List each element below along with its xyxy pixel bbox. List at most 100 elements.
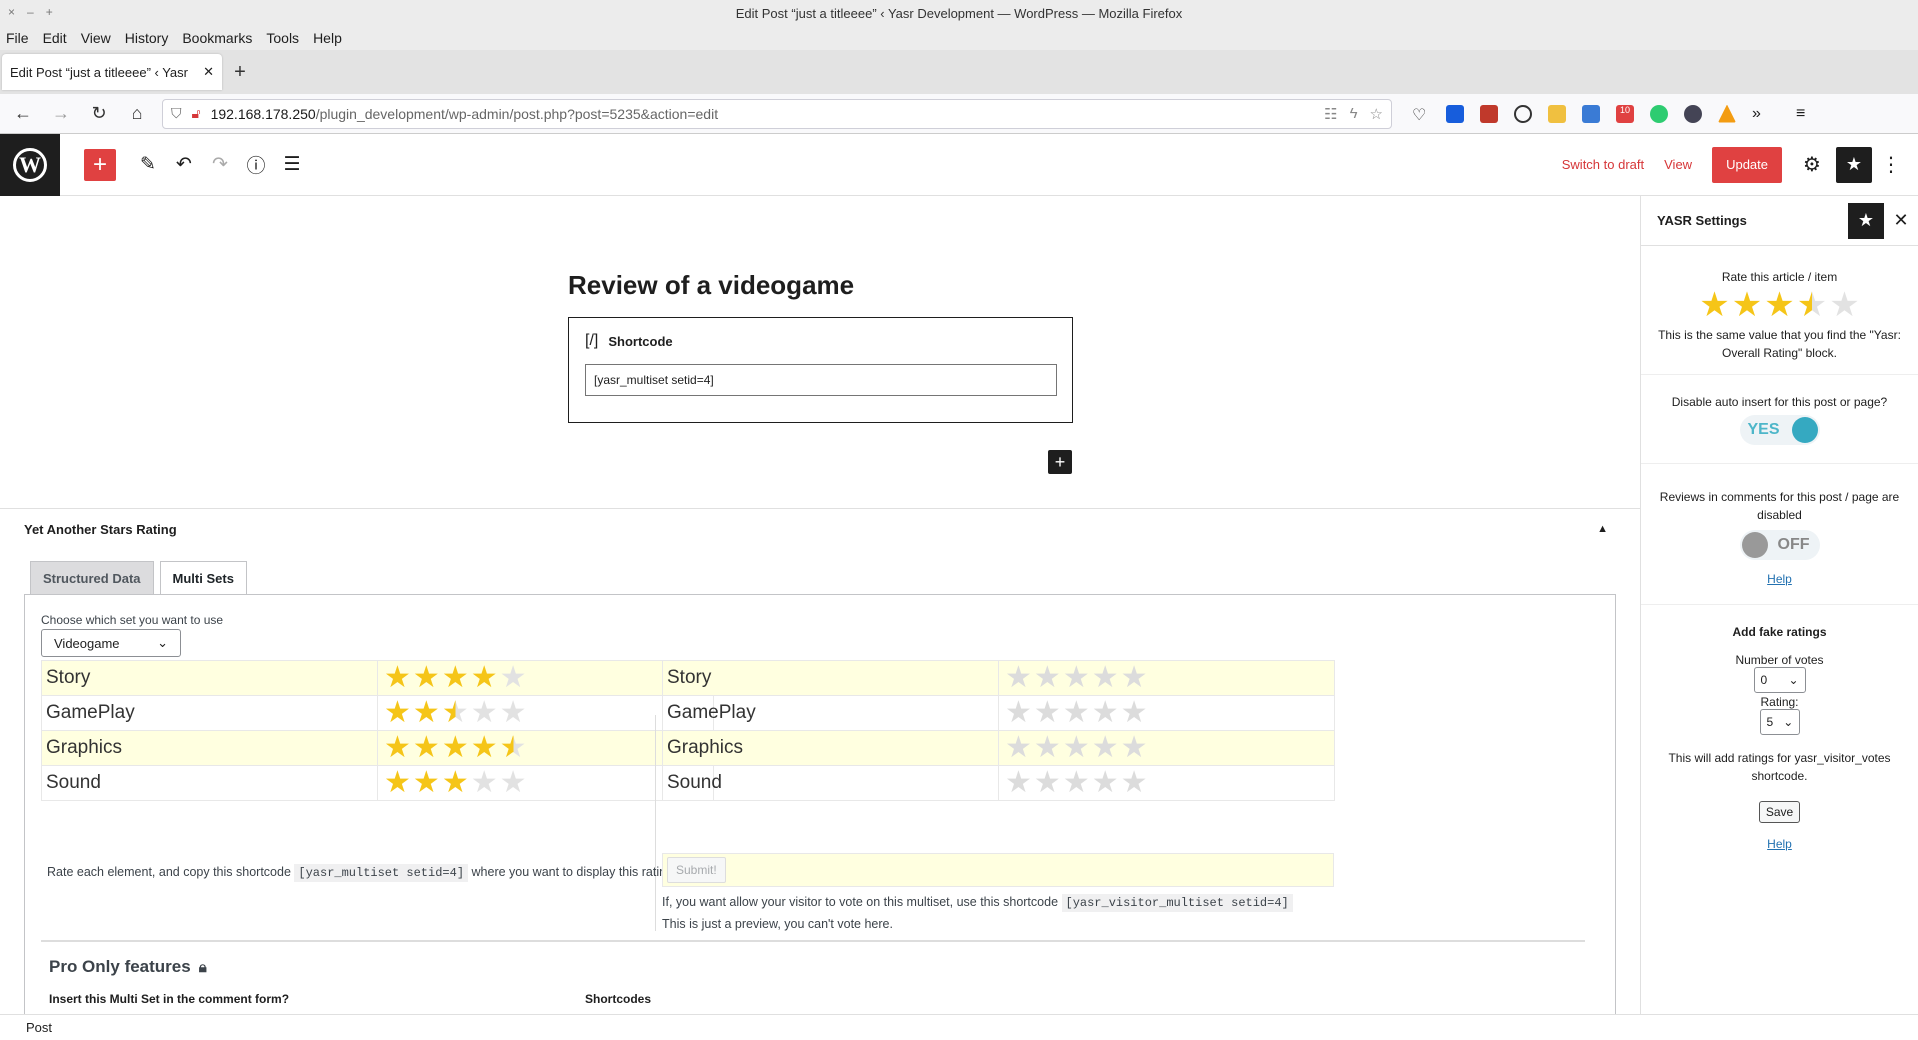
details-info-icon[interactable]: ⓘ xyxy=(238,151,274,178)
switch-to-draft-button[interactable]: Switch to draft xyxy=(1562,157,1644,172)
shortcode-input[interactable]: [yasr_multiset setid=4] xyxy=(585,364,1057,396)
star-icon[interactable]: ★ xyxy=(471,663,498,693)
breadcrumb[interactable]: Post xyxy=(26,1020,52,1035)
star-icon[interactable]: ★ xyxy=(413,768,440,798)
post-title[interactable]: Review of a videogame xyxy=(568,270,854,301)
star-icon[interactable]: ★ xyxy=(1005,663,1032,693)
star-icon[interactable]: ★ xyxy=(1797,288,1827,322)
star-icon[interactable]: ★ xyxy=(471,733,498,763)
reload-icon[interactable]: ↻ xyxy=(86,103,112,124)
menu-view[interactable]: View xyxy=(81,30,111,46)
star-icon[interactable]: ★ xyxy=(1034,733,1061,763)
star-icon[interactable]: ★ xyxy=(1764,288,1794,322)
star-icon[interactable]: ★ xyxy=(1063,698,1090,728)
save-button[interactable]: Save xyxy=(1758,801,1801,823)
star-icon[interactable]: ★ xyxy=(1732,288,1762,322)
star-icon[interactable]: ★ xyxy=(442,698,469,728)
pocket-icon[interactable]: ♡ xyxy=(1412,105,1430,124)
undo-icon[interactable]: ↶ xyxy=(166,153,202,176)
star-icon[interactable]: ★ xyxy=(1005,733,1032,763)
edit-pencil-icon[interactable]: ✎ xyxy=(130,153,166,176)
tab-multi-sets[interactable]: Multi Sets xyxy=(159,561,247,595)
star-icon[interactable]: ★ xyxy=(1034,698,1061,728)
auto-insert-toggle[interactable]: YES xyxy=(1739,415,1820,445)
browser-tab[interactable]: Edit Post “just a titleeee” ‹ Yasr ✕ xyxy=(2,54,222,90)
star-icon[interactable]: ★ xyxy=(1121,663,1148,693)
new-tab-icon[interactable]: + xyxy=(222,61,258,84)
forward-icon[interactable]: → xyxy=(48,103,74,124)
star-rating[interactable]: ★ ★ ★ ★ ★ xyxy=(1005,768,1334,798)
star-icon[interactable]: ★ xyxy=(1092,768,1119,798)
add-block-button[interactable]: + xyxy=(84,148,116,181)
extension-camera-icon[interactable] xyxy=(1582,104,1600,123)
window-controls[interactable]: × – + xyxy=(8,5,53,19)
rating-select[interactable]: 5 ⌄ xyxy=(1759,709,1800,735)
star-icon[interactable]: ★ xyxy=(413,663,440,693)
star-icon[interactable]: ★ xyxy=(1063,733,1090,763)
star-rating[interactable]: ★ ★ ★ ★ ★ xyxy=(1005,733,1334,763)
star-icon[interactable]: ★ xyxy=(1829,288,1859,322)
extension-red-icon[interactable] xyxy=(1480,104,1498,123)
star-icon[interactable]: ★ xyxy=(1092,698,1119,728)
criterion-stars[interactable]: ★ ★ ★ ★ ★ xyxy=(998,695,1335,731)
menu-history[interactable]: History xyxy=(125,30,169,46)
yasr-star-icon[interactable]: ★ xyxy=(1848,202,1884,239)
votes-select[interactable]: 0 ⌄ xyxy=(1753,667,1806,693)
star-icon[interactable]: ★ xyxy=(384,768,411,798)
help-link[interactable]: Help xyxy=(1767,572,1792,586)
submit-button[interactable]: Submit! xyxy=(667,857,726,883)
redo-icon[interactable]: ↷ xyxy=(202,153,238,176)
star-icon[interactable]: ★ xyxy=(413,733,440,763)
back-icon[interactable]: ← xyxy=(10,103,36,124)
star-icon[interactable]: ★ xyxy=(1121,698,1148,728)
star-icon[interactable]: ★ xyxy=(1063,768,1090,798)
wordpress-ext-icon[interactable] xyxy=(1514,104,1532,123)
metabox-header[interactable]: Yet Another Stars Rating ▲ xyxy=(0,509,1640,549)
shortcode-block[interactable]: [/] Shortcode [yasr_multiset setid=4] xyxy=(568,317,1073,423)
star-icon[interactable]: ★ xyxy=(384,663,411,693)
minimize-window-icon[interactable]: – xyxy=(27,5,34,19)
star-icon[interactable]: ★ xyxy=(500,733,527,763)
maximize-window-icon[interactable]: + xyxy=(46,5,53,19)
criterion-stars[interactable]: ★ ★ ★ ★ ★ xyxy=(998,730,1335,766)
star-icon[interactable]: ★ xyxy=(1092,663,1119,693)
vlc-icon[interactable] xyxy=(1718,104,1736,123)
close-sidebar-icon[interactable]: ✕ xyxy=(1884,210,1918,231)
help-link[interactable]: Help xyxy=(1767,837,1792,851)
star-icon[interactable]: ★ xyxy=(442,768,469,798)
star-icon[interactable]: ★ xyxy=(471,768,498,798)
author-shortcode-code[interactable]: [yasr_multiset setid=4] xyxy=(294,864,469,882)
star-icon[interactable]: ★ xyxy=(442,733,469,763)
lightning-icon[interactable]: ϟ xyxy=(1350,105,1358,123)
star-rating[interactable]: ★ ★ ★ ★ ★ xyxy=(1005,698,1334,728)
bookmark-star-icon[interactable]: ☆ xyxy=(1370,105,1383,123)
star-icon[interactable]: ★ xyxy=(413,698,440,728)
criterion-stars[interactable]: ★ ★ ★ ★ ★ xyxy=(998,765,1335,801)
star-icon[interactable]: ★ xyxy=(1034,768,1061,798)
star-icon[interactable]: ★ xyxy=(1121,733,1148,763)
menu-edit[interactable]: Edit xyxy=(43,30,67,46)
settings-gear-icon[interactable]: ⚙ xyxy=(1794,152,1830,177)
bitwarden-icon[interactable] xyxy=(1446,104,1464,123)
shield-icon[interactable]: ⛉ xyxy=(171,105,182,122)
star-icon[interactable]: ★ xyxy=(442,663,469,693)
hamburger-menu-icon[interactable]: ≡ xyxy=(1796,105,1814,123)
star-icon[interactable]: ★ xyxy=(384,698,411,728)
url-bar[interactable]: ⛉ 🔓︎ 192.168.178.250/plugin_development/… xyxy=(162,98,1392,129)
star-icon[interactable]: ★ xyxy=(1034,663,1061,693)
set-select[interactable]: Videogame ⌄ xyxy=(41,629,181,657)
extension-green-icon[interactable] xyxy=(1650,104,1668,123)
overflow-chevron-icon[interactable]: » xyxy=(1752,105,1770,123)
star-icon[interactable]: ★ xyxy=(1699,288,1729,322)
star-icon[interactable]: ★ xyxy=(1092,733,1119,763)
extension-dark-icon[interactable] xyxy=(1684,104,1702,123)
view-button[interactable]: View xyxy=(1664,157,1692,172)
star-icon[interactable]: ★ xyxy=(471,698,498,728)
extension-badge-icon[interactable]: 10 xyxy=(1616,104,1634,123)
yasr-sidebar-toggle-icon[interactable]: ★ xyxy=(1836,146,1872,183)
tab-structured-data[interactable]: Structured Data xyxy=(30,561,154,595)
visitor-shortcode-code[interactable]: [yasr_visitor_multiset setid=4] xyxy=(1061,894,1293,912)
close-tab-icon[interactable]: ✕ xyxy=(203,64,214,80)
menu-help[interactable]: Help xyxy=(313,30,342,46)
star-icon[interactable]: ★ xyxy=(384,733,411,763)
